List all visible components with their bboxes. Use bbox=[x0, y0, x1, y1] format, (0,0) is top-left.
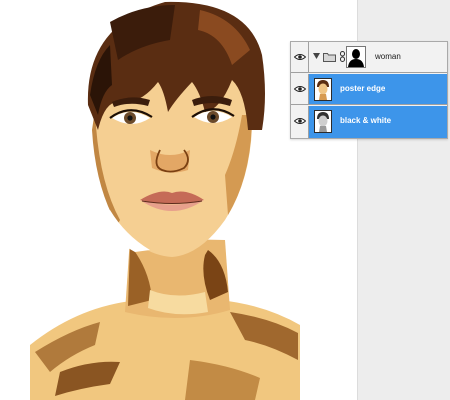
silhouette-icon bbox=[348, 49, 364, 67]
eye-icon bbox=[294, 118, 306, 124]
visibility-toggle[interactable] bbox=[291, 74, 309, 104]
layer-name: poster edge bbox=[340, 84, 386, 93]
layer-group-row[interactable]: woman bbox=[291, 42, 447, 73]
expand-arrow-icon[interactable] bbox=[313, 53, 320, 59]
layers-panel: woman poster edge black & white bbox=[290, 41, 448, 139]
mask-thumbnail[interactable] bbox=[346, 46, 366, 68]
eye-icon bbox=[294, 54, 306, 60]
layer-name: black & white bbox=[340, 116, 392, 125]
folder-icon bbox=[323, 53, 336, 62]
link-icon[interactable] bbox=[340, 51, 345, 62]
layer-thumbnail[interactable] bbox=[314, 110, 332, 133]
visibility-toggle[interactable] bbox=[291, 42, 309, 72]
layer-row-black-white[interactable]: black & white bbox=[291, 106, 447, 138]
visibility-toggle[interactable] bbox=[291, 106, 309, 138]
layer-thumbnail[interactable] bbox=[314, 78, 332, 101]
portrait-thumbnail-icon bbox=[315, 111, 331, 132]
portrait-thumbnail-icon bbox=[315, 79, 331, 100]
eye-icon bbox=[294, 86, 306, 92]
group-name: woman bbox=[375, 52, 401, 61]
layer-row-poster-edge[interactable]: poster edge bbox=[291, 74, 447, 105]
